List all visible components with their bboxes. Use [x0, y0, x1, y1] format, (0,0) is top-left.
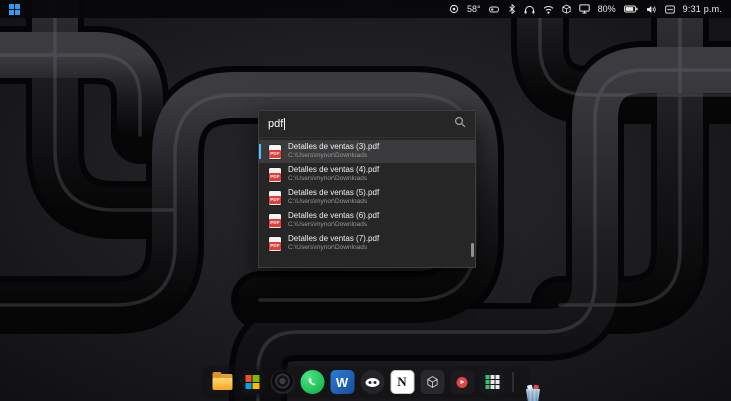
dock-item-whatsapp[interactable] [300, 370, 324, 394]
system-tray: 58° 80% 9:31 p.m. [449, 0, 722, 18]
package-icon[interactable] [562, 4, 571, 14]
result-title: Detalles de ventas (4).pdf [288, 165, 380, 175]
windows-logo-icon [9, 3, 14, 9]
dock-item-spreadsheet-app[interactable] [480, 370, 504, 394]
menubar: 58° 80% 9:31 p.m. [0, 0, 731, 18]
dock-separator [512, 372, 513, 392]
dock-item-media-app[interactable] [450, 370, 474, 394]
result-title: Detalles de ventas (7).pdf [288, 234, 380, 244]
whatsapp-icon [300, 370, 324, 394]
headphones-icon[interactable] [524, 5, 535, 14]
media-player-icon [450, 370, 474, 394]
search-result-item[interactable]: PDF Detalles de ventas (7).pdf C:\Users\… [259, 232, 475, 255]
search-result-item[interactable]: PDF Detalles de ventas (6).pdf C:\Users\… [259, 209, 475, 232]
desktop: 58° 80% 9:31 p.m. pdf PDF Detalles de ve… [0, 0, 731, 401]
result-title: Detalles de ventas (6).pdf [288, 211, 380, 221]
search-icon [454, 115, 466, 133]
search-launcher-window: pdf PDF Detalles de ventas (3).pdf C:\Us… [258, 110, 476, 268]
circle-status-icon[interactable] [449, 4, 459, 14]
clock[interactable]: 9:31 p.m. [683, 4, 722, 14]
result-path: C:\Users\mynor\Downloads [288, 198, 368, 206]
notion-icon: N [390, 370, 414, 394]
dock-item-discord[interactable] [360, 370, 384, 394]
bluetooth-icon[interactable] [508, 4, 516, 14]
dock-item-cube-app[interactable] [420, 370, 444, 394]
search-result-item[interactable]: PDF Detalles de ventas (4).pdf C:\Users\… [259, 163, 475, 186]
word-icon: W [330, 370, 354, 394]
dock-item-file-explorer[interactable] [210, 370, 234, 394]
result-path: C:\Users\mynor\Downloads [288, 221, 368, 229]
volume-icon[interactable] [646, 5, 657, 14]
pdf-file-icon: PDF [269, 167, 281, 182]
pdf-file-icon: PDF [269, 213, 281, 228]
scrollbar-thumb[interactable] [471, 243, 474, 257]
tray-grid-icon[interactable] [664, 4, 675, 14]
result-title: Detalles de ventas (5).pdf [288, 188, 380, 198]
pdf-file-icon: PDF [269, 190, 281, 205]
search-result-item[interactable]: PDF Detalles de ventas (3).pdf C:\Users\… [259, 140, 475, 163]
search-result-item[interactable]: PDF Detalles de ventas (5).pdf C:\Users\… [259, 186, 475, 209]
result-path: C:\Users\mynor\Downloads [288, 175, 368, 183]
result-title: Detalles de ventas (3).pdf [288, 142, 380, 152]
start-button[interactable] [9, 3, 20, 15]
search-input[interactable]: pdf [259, 111, 475, 138]
search-query-text: pdf [268, 118, 284, 130]
text-caret [284, 118, 286, 130]
dock-item-microsoft-365[interactable] [240, 370, 264, 394]
spreadsheet-grid-icon [480, 370, 504, 394]
search-results-list: PDF Detalles de ventas (3).pdf C:\Users\… [259, 138, 475, 267]
wifi-icon[interactable] [543, 5, 554, 14]
pdf-file-icon: PDF [269, 144, 281, 159]
battery-icon[interactable] [623, 5, 638, 13]
battery-percent[interactable]: 80% [598, 4, 616, 14]
dock-item-rings-app[interactable] [270, 370, 294, 394]
weather-temp[interactable]: 58° [467, 4, 481, 14]
discord-icon [360, 370, 384, 394]
display-icon[interactable] [578, 4, 590, 14]
result-path: C:\Users\mynor\Downloads [288, 244, 368, 252]
dock-item-notion[interactable]: N [390, 370, 414, 394]
cube-icon [420, 370, 444, 394]
pill-battery-icon[interactable] [488, 6, 500, 13]
result-path: C:\Users\mynor\Downloads [288, 152, 368, 160]
dock-item-word[interactable]: W [330, 370, 354, 394]
microsoft-365-icon [240, 370, 264, 394]
dock: W N [201, 366, 541, 401]
pdf-file-icon: PDF [269, 236, 281, 251]
concentric-rings-icon [270, 370, 294, 394]
